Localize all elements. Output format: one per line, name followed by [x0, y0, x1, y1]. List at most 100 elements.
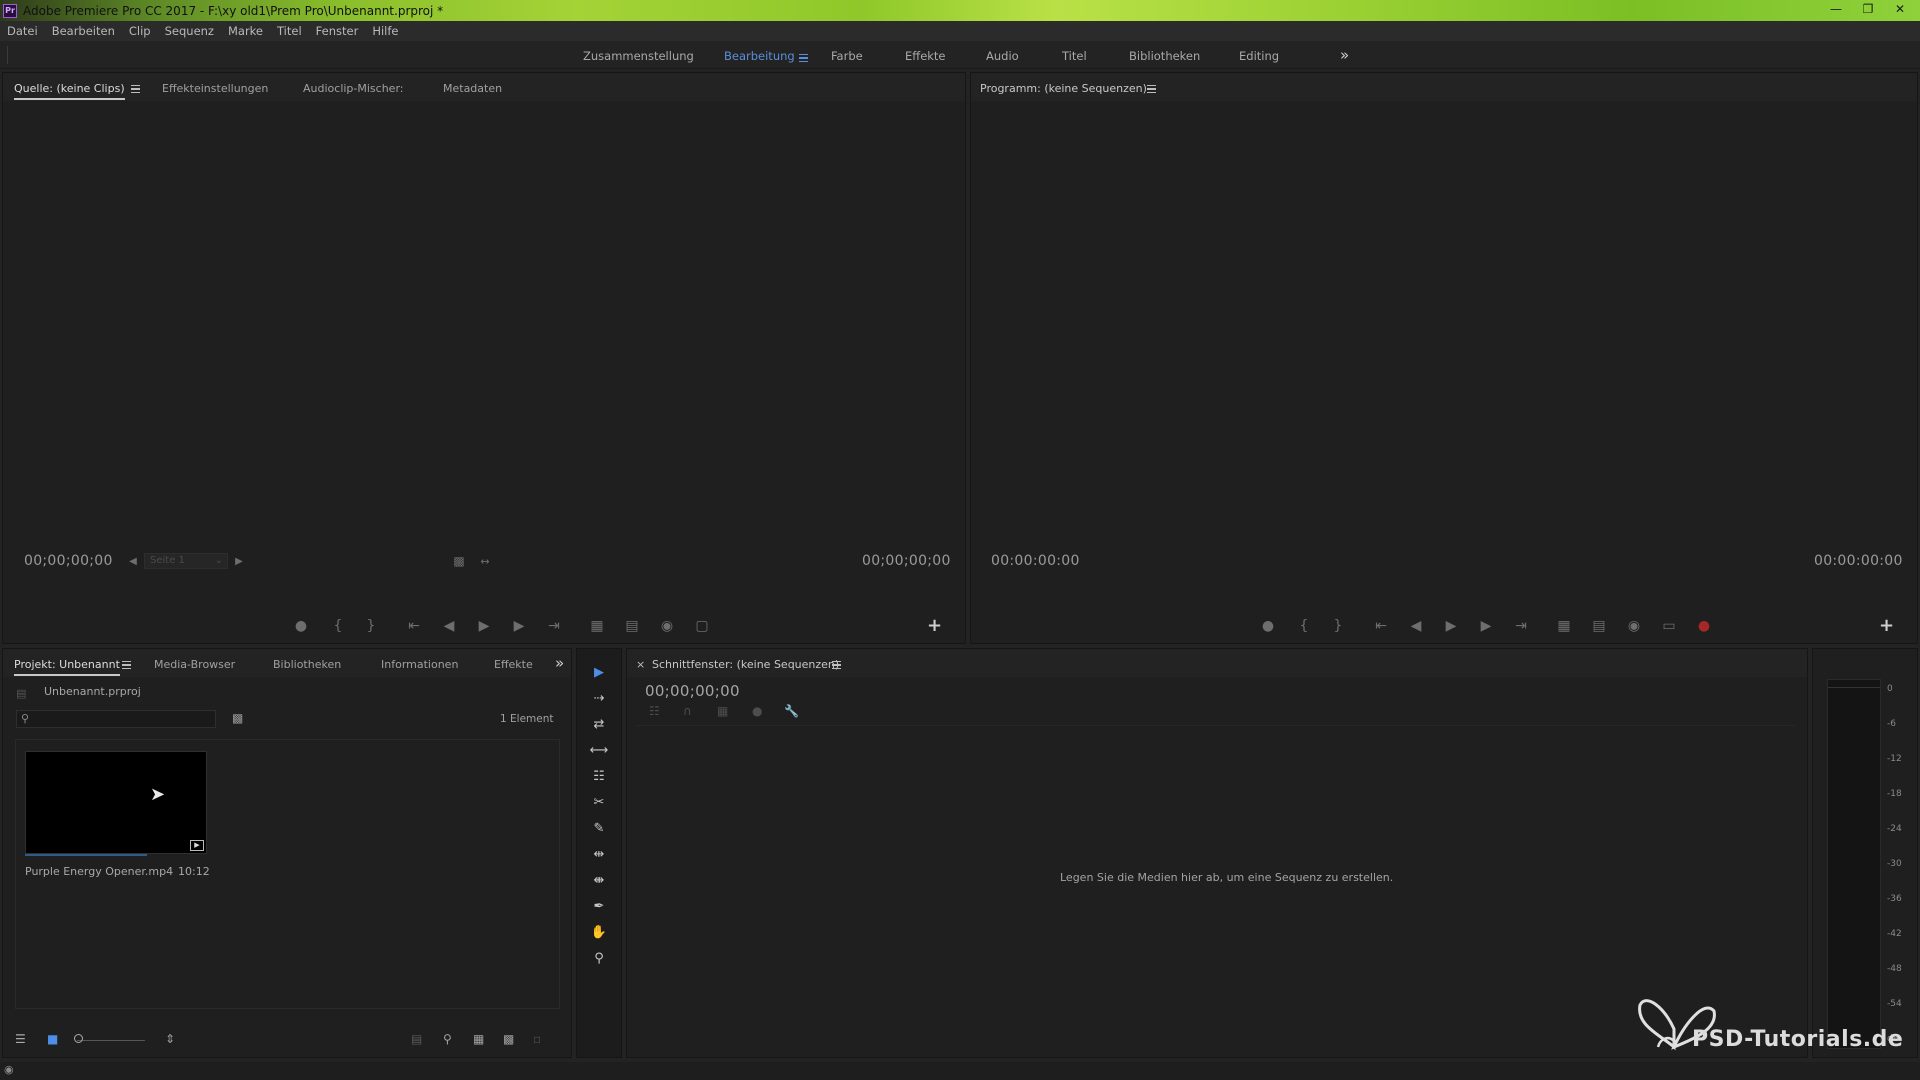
- insert-icon[interactable]: ▦: [587, 616, 607, 636]
- page-prev-icon[interactable]: ◀: [123, 551, 143, 571]
- workspace-effekte[interactable]: Effekte: [905, 49, 946, 63]
- zoom-tool-icon[interactable]: ⚲: [588, 947, 610, 969]
- add-button-icon[interactable]: +: [1879, 615, 1894, 636]
- tab-effect-controls[interactable]: Effekteinstellungen: [162, 82, 268, 95]
- new-search-bin-icon[interactable]: ▩: [232, 711, 243, 725]
- source-playhead-timecode[interactable]: 00;00;00;00: [24, 553, 113, 569]
- workspace-zusammenstellung[interactable]: Zusammenstellung: [583, 49, 694, 63]
- tab-source[interactable]: Quelle: (keine Clips): [14, 82, 125, 100]
- tab-timeline[interactable]: Schnittfenster: (keine Sequenzen): [652, 658, 839, 671]
- step-back-icon[interactable]: ◀: [1406, 616, 1426, 636]
- nest-icon[interactable]: ☷: [649, 704, 660, 718]
- tab-libraries[interactable]: Bibliotheken: [273, 658, 341, 671]
- slide-tool-icon[interactable]: ⇼: [588, 869, 610, 891]
- track-select-tool-icon[interactable]: ⇢: [588, 687, 610, 709]
- timeline-menu-icon[interactable]: [832, 659, 841, 672]
- tab-media-browser[interactable]: Media-Browser: [154, 658, 235, 671]
- menu-hilfe[interactable]: Hilfe: [372, 24, 398, 38]
- restore-icon[interactable]: ❐: [1852, 0, 1884, 17]
- list-view-icon[interactable]: ☰: [15, 1032, 26, 1046]
- workspace-titel[interactable]: Titel: [1062, 49, 1087, 63]
- tab-metadata[interactable]: Metadaten: [443, 82, 502, 95]
- project-menu-icon[interactable]: [122, 659, 131, 672]
- workspace-overflow-icon[interactable]: »: [1340, 46, 1349, 64]
- menu-marke[interactable]: Marke: [228, 24, 263, 38]
- menu-sequenz[interactable]: Sequenz: [165, 24, 214, 38]
- tab-audio-clip-mixer[interactable]: Audioclip-Mischer:: [303, 82, 403, 95]
- play-icon[interactable]: ▶: [474, 616, 494, 636]
- add-marker-icon[interactable]: ●: [752, 704, 762, 718]
- export-frame-icon[interactable]: ◉: [1624, 616, 1644, 636]
- step-forward-icon[interactable]: ▶: [509, 616, 529, 636]
- new-item-icon[interactable]: ▩: [503, 1032, 514, 1046]
- clip-thumbnail[interactable]: ➤ ▶: [25, 751, 207, 854]
- workspace-bibliotheken[interactable]: Bibliotheken: [1129, 49, 1200, 63]
- snap-icon[interactable]: ∩: [683, 704, 692, 718]
- page-select[interactable]: Seite 1 ⌄: [144, 553, 228, 569]
- tab-info[interactable]: Informationen: [381, 658, 458, 671]
- menu-datei[interactable]: Datei: [7, 24, 38, 38]
- mark-out-icon[interactable]: }: [1328, 616, 1348, 636]
- tab-effects[interactable]: Effekte: [494, 658, 533, 671]
- export-frame-icon[interactable]: ◉: [657, 616, 677, 636]
- ripple-edit-tool-icon[interactable]: ⇄: [588, 713, 610, 735]
- add-marker-icon[interactable]: ●: [291, 616, 311, 636]
- workspace-menu-icon[interactable]: [799, 51, 808, 65]
- pen-tool-icon[interactable]: ✒: [588, 895, 610, 917]
- go-to-out-icon[interactable]: ⇥: [544, 616, 564, 636]
- new-bin-icon[interactable]: ▦: [473, 1032, 484, 1046]
- menu-titel[interactable]: Titel: [277, 24, 302, 38]
- play-icon[interactable]: ▶: [1441, 616, 1461, 636]
- selection-tool-icon[interactable]: ▶: [588, 661, 610, 683]
- close-icon[interactable]: ✕: [1884, 0, 1916, 17]
- menu-clip[interactable]: Clip: [129, 24, 151, 38]
- overwrite-icon[interactable]: ▤: [622, 616, 642, 636]
- linked-selection-icon[interactable]: ▦: [717, 704, 728, 718]
- button-editor-icon[interactable]: ▢: [692, 616, 712, 636]
- go-to-in-icon[interactable]: ⇤: [404, 616, 424, 636]
- comparison-view-icon[interactable]: ▭: [1659, 616, 1679, 636]
- mark-in-icon[interactable]: {: [1294, 616, 1314, 636]
- zoom-slider-handle[interactable]: [74, 1034, 83, 1043]
- program-menu-icon[interactable]: [1147, 83, 1156, 96]
- settings-icon[interactable]: ▩: [449, 551, 469, 571]
- slip-tool-icon[interactable]: ⇹: [588, 843, 610, 865]
- workspace-bearbeitung[interactable]: Bearbeitung: [724, 49, 795, 63]
- program-playhead-timecode[interactable]: 00:00:00:00: [991, 553, 1080, 569]
- fit-icon[interactable]: ↔: [475, 551, 495, 571]
- timeline-playhead-timecode[interactable]: 00;00;00;00: [645, 682, 740, 700]
- extract-icon[interactable]: ▤: [1589, 616, 1609, 636]
- workspace-audio[interactable]: Audio: [986, 49, 1019, 63]
- record-icon[interactable]: ●: [1694, 616, 1714, 636]
- step-back-icon[interactable]: ◀: [439, 616, 459, 636]
- mark-out-icon[interactable]: }: [361, 616, 381, 636]
- page-next-icon[interactable]: ▶: [229, 551, 249, 571]
- project-search-input[interactable]: ⚲: [16, 710, 216, 728]
- go-to-in-icon[interactable]: ⇤: [1371, 616, 1391, 636]
- icon-view-icon[interactable]: ■: [47, 1032, 58, 1046]
- lift-icon[interactable]: ▦: [1554, 616, 1574, 636]
- thumbnail-scrub-bar[interactable]: [25, 854, 147, 856]
- automate-to-sequence-icon[interactable]: ▤: [411, 1032, 422, 1046]
- menu-fenster[interactable]: Fenster: [316, 24, 359, 38]
- add-button-icon[interactable]: +: [927, 615, 942, 636]
- rolling-edit-tool-icon[interactable]: ⟷: [588, 739, 610, 761]
- wrench-icon[interactable]: 🔧: [784, 704, 799, 718]
- panel-overflow-icon[interactable]: »: [555, 654, 564, 672]
- menu-bearbeiten[interactable]: Bearbeiten: [52, 24, 115, 38]
- workspace-farbe[interactable]: Farbe: [831, 49, 863, 63]
- clip-name[interactable]: Purple Energy Opener.mp4: [25, 865, 173, 878]
- add-marker-icon[interactable]: ●: [1258, 616, 1278, 636]
- minimize-icon[interactable]: —: [1820, 0, 1852, 17]
- go-to-out-icon[interactable]: ⇥: [1511, 616, 1531, 636]
- blade-tool-icon[interactable]: ✎: [588, 817, 610, 839]
- step-forward-icon[interactable]: ▶: [1476, 616, 1496, 636]
- hand-tool-icon[interactable]: ✋: [588, 921, 610, 943]
- mark-in-icon[interactable]: {: [328, 616, 348, 636]
- find-icon[interactable]: ⚲: [443, 1032, 452, 1046]
- zoom-slider-track[interactable]: [77, 1040, 145, 1041]
- trash-icon[interactable]: ▫: [533, 1032, 541, 1046]
- tab-program[interactable]: Programm: (keine Sequenzen): [980, 82, 1147, 95]
- razor-tool-icon[interactable]: ✂: [588, 791, 610, 813]
- rate-stretch-tool-icon[interactable]: ☷: [588, 765, 610, 787]
